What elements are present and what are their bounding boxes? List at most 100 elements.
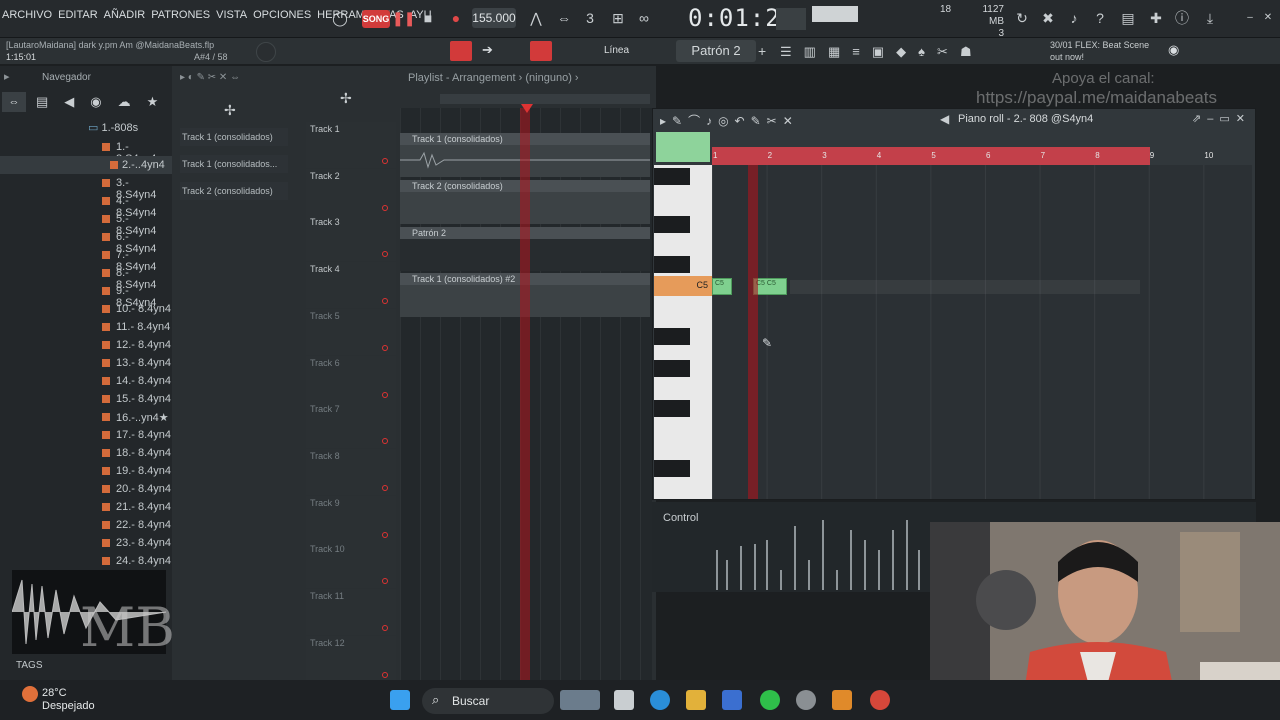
settings-icon[interactable] <box>796 690 816 710</box>
track-mute-icon[interactable] <box>382 204 388 211</box>
plugin-db-icon[interactable]: ◆ <box>896 44 906 60</box>
weather-widget[interactable]: 28°C Despejado <box>42 687 95 713</box>
snap-selector[interactable]: Línea <box>604 45 629 56</box>
track-mute-icon[interactable] <box>382 391 388 398</box>
browser-item[interactable]: 11.- 8.4yn4 <box>0 318 172 336</box>
chrome-icon[interactable] <box>870 690 890 710</box>
store-icon[interactable] <box>722 690 742 710</box>
track-header[interactable]: Track 3 <box>306 215 396 262</box>
track-header[interactable]: Track 8 <box>306 448 396 495</box>
track-mute-icon[interactable] <box>382 531 388 538</box>
whatsapp-icon[interactable] <box>760 690 780 710</box>
track-header[interactable]: Track 12 <box>306 635 396 682</box>
record-icon[interactable]: ● <box>446 8 466 28</box>
fl-studio-icon[interactable] <box>832 690 852 710</box>
metronome-icon[interactable]: ⋀ <box>526 8 546 28</box>
track-header[interactable]: Track 6 <box>306 355 396 402</box>
playlist-window-icon[interactable] <box>450 41 472 61</box>
browser-item[interactable]: 19.- 8.4yn4 <box>0 462 172 480</box>
mixer-icon[interactable]: ☰ <box>780 44 792 60</box>
browser-item[interactable]: 24.- 8.4yn4 <box>0 552 172 570</box>
piano-roll-tools[interactable]: ▸✎⌒♪◎↶✎✂✕ <box>660 112 799 129</box>
browser-all-icon[interactable]: ⇔ <box>2 92 26 112</box>
edge-icon[interactable] <box>650 690 670 710</box>
velocity-bar[interactable] <box>850 530 852 590</box>
track-mute-icon[interactable] <box>382 671 388 678</box>
help-icon[interactable]: ? <box>1090 8 1110 28</box>
channel-rack-icon[interactable]: ▥ <box>804 44 816 60</box>
track-mute-icon[interactable] <box>382 251 388 258</box>
loop-record-icon[interactable]: ∞ <box>634 8 654 28</box>
browser-arrows-icon[interactable]: ▸ <box>4 70 10 83</box>
taskbar-search[interactable]: Buscar <box>422 688 554 714</box>
menu-editar[interactable]: EDITAR <box>58 9 98 21</box>
black-key[interactable] <box>654 168 690 185</box>
black-key[interactable] <box>654 360 690 377</box>
files-icon[interactable]: ▤ <box>36 94 48 110</box>
browser-folder[interactable]: ▭ 1.-808s <box>88 121 138 134</box>
star-icon[interactable]: ★ <box>147 94 159 110</box>
track-mute-icon[interactable] <box>382 578 388 585</box>
step-edit-icon[interactable]: ⊞ <box>608 8 628 28</box>
browser-item[interactable]: 6.- 8.S4yn4 <box>0 228 172 255</box>
piano-roll-playhead[interactable] <box>748 165 758 499</box>
minimize-icon[interactable]: – <box>1240 8 1260 28</box>
download-icon[interactable]: ⤓ <box>1200 8 1220 28</box>
weather-icon[interactable] <box>22 686 38 702</box>
stop-icon[interactable]: ■ <box>418 8 438 28</box>
velocity-bar[interactable] <box>808 560 810 590</box>
playlist-playhead[interactable] <box>520 108 530 680</box>
velocity-bar[interactable] <box>780 570 782 590</box>
track-header[interactable]: Track 9 <box>306 495 396 542</box>
menu-anadir[interactable]: AÑADIR <box>104 9 146 21</box>
black-key[interactable] <box>654 256 690 273</box>
save-icon[interactable]: ▤ <box>1118 8 1138 28</box>
browser-item[interactable]: 2.-..4yn4 <box>0 156 172 174</box>
black-key[interactable] <box>654 328 690 345</box>
track-header[interactable]: Track 11 <box>306 589 396 635</box>
velocity-bar[interactable] <box>766 540 768 590</box>
velocity-bar[interactable] <box>726 560 728 590</box>
highlighted-key[interactable]: C5 <box>654 276 712 296</box>
browser-item[interactable]: 21.- 8.4yn4 <box>0 498 172 516</box>
track-header[interactable]: Track 2 <box>306 168 396 215</box>
browser-item[interactable]: 12.- 8.4yn4 <box>0 336 172 354</box>
tools-icon[interactable]: ✖ <box>1038 8 1058 28</box>
picker-item[interactable]: Track 1 (consolidados... <box>180 155 288 173</box>
info-icon[interactable]: ⓘ <box>1172 8 1192 28</box>
note[interactable]: C5 <box>712 278 732 295</box>
velocity-bar[interactable] <box>906 520 908 590</box>
track-header[interactable]: Track 4 <box>306 262 396 309</box>
browser-item[interactable]: 23.- 8.4yn4 <box>0 534 172 552</box>
playlist-menu-icon[interactable]: ▸ ◐ ✎ ✂ ✕ ⇔ <box>180 72 240 83</box>
browser-item[interactable]: 9.- 8.S4yn4 <box>0 282 172 309</box>
velocity-bar[interactable] <box>740 546 742 590</box>
close-icon[interactable]: ✕ <box>1258 8 1278 28</box>
back-icon[interactable]: ◀ <box>64 94 74 110</box>
cloud-icon[interactable]: ☁ <box>118 94 131 110</box>
track-mute-icon[interactable] <box>382 158 388 164</box>
window-controls[interactable]: ⇗–▭✕ <box>1192 112 1251 125</box>
track-header[interactable]: Track 5 <box>306 308 396 355</box>
clip-picker-icon[interactable]: ✢ <box>224 102 236 119</box>
browser-item[interactable]: 7.- 8.S4yn4 <box>0 246 172 273</box>
browser-item[interactable]: 4.- 8.S4yn4 <box>0 192 172 219</box>
browser-item[interactable]: 10.- 8.4yn4 <box>0 300 172 318</box>
tempo-display[interactable]: 155.000 <box>472 8 516 28</box>
wait-input-icon[interactable]: ⇔ <box>554 8 574 28</box>
browser-item[interactable]: 13.- 8.4yn4 <box>0 354 172 372</box>
shop-icon[interactable]: ☗ <box>960 44 972 60</box>
black-key[interactable] <box>654 460 690 477</box>
velocity-bar[interactable] <box>754 544 756 590</box>
velocity-bar[interactable] <box>918 550 920 590</box>
menu-opciones[interactable]: OPCIONES <box>253 9 311 21</box>
black-key[interactable] <box>654 216 690 233</box>
menu-patrones[interactable]: PATRONES <box>151 9 210 21</box>
browser-item[interactable]: 1.- 8.S4yn4 <box>0 138 172 165</box>
menu-archivo[interactable]: ARCHIVO <box>2 9 52 21</box>
track-header[interactable]: Track 10 <box>306 542 396 589</box>
countdown-icon[interactable]: 3 <box>580 8 600 28</box>
track-mute-icon[interactable] <box>382 298 388 305</box>
windows-start-icon[interactable] <box>390 690 410 710</box>
browser-item[interactable]: 22.- 8.4yn4 <box>0 516 172 534</box>
